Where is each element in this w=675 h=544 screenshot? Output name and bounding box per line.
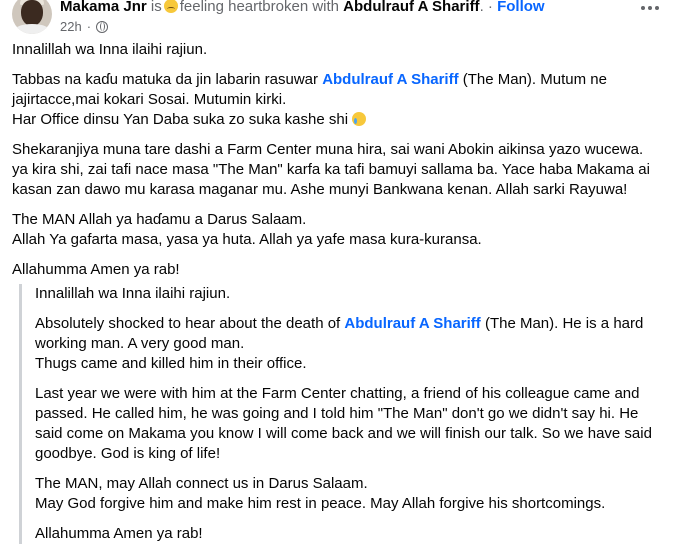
more-dot xyxy=(648,6,652,10)
hausa-paragraph-2: Tabbas na kaɗu matuka da jin labarin ras… xyxy=(12,70,662,130)
crying-face-emoji-icon xyxy=(352,112,367,126)
globe-icon xyxy=(96,20,109,33)
hausa-paragraph-5: Allahumma Amen ya rab! xyxy=(12,261,180,278)
english-paragraph-2: Absolutely shocked to hear about the dea… xyxy=(35,314,667,374)
avatar[interactable] xyxy=(12,0,52,34)
hausa-p2-before: Tabbas na kaɗu matuka da jin labarin ras… xyxy=(12,71,323,88)
follow-separator: · xyxy=(487,0,493,15)
mention-link[interactable]: Abdulrauf A Shariff xyxy=(344,315,480,332)
sad-face-emoji-icon xyxy=(163,0,178,13)
avatar-face xyxy=(21,0,43,26)
title-period: . xyxy=(479,0,484,15)
more-options-icon[interactable] xyxy=(641,6,659,10)
hausa-paragraph-1: Innalillah wa Inna ilaihi rajiun. xyxy=(12,41,208,58)
post-time[interactable]: 22h xyxy=(60,19,82,34)
english-p2-before: Absolutely shocked to hear about the dea… xyxy=(35,315,345,332)
more-dot xyxy=(655,6,659,10)
english-paragraph-5: Allahumma Amen ya rab! xyxy=(35,525,203,542)
translation-quote: Innalillah wa Inna ilaihi rajiun. Absolu… xyxy=(19,284,667,544)
hausa-paragraph-4: The MAN Allah ya haɗamu a Darus Salaam. … xyxy=(12,211,482,248)
author-name[interactable]: Makama Jnr xyxy=(60,0,147,15)
post-header: Makama Jnr is feeling heartbroken with Ab… xyxy=(0,0,675,38)
english-paragraph-4: The MAN, may Allah connect us in Darus S… xyxy=(35,475,606,512)
follow-button[interactable]: Follow xyxy=(497,0,545,15)
english-paragraph-3: Last year we were with him at the Farm C… xyxy=(35,385,652,462)
post-body-hausa: Innalillah wa Inna ilaihi rajiun. Tabbas… xyxy=(12,40,662,290)
more-dot xyxy=(641,6,645,10)
post-title-line: Makama Jnr is feeling heartbroken with Ab… xyxy=(60,0,545,17)
meta-separator: · xyxy=(86,19,92,34)
avatar-robe xyxy=(14,24,50,34)
tagged-person[interactable]: Abdulrauf A Shariff xyxy=(343,0,479,15)
mention-link[interactable]: Abdulrauf A Shariff xyxy=(322,71,458,88)
feeling-text: feeling heartbroken with xyxy=(179,0,339,15)
is-text: is xyxy=(150,0,162,15)
post-meta: 22h · xyxy=(60,19,109,34)
hausa-paragraph-3: Shekaranjiya muna tare dashi a Farm Cent… xyxy=(12,141,650,198)
english-paragraph-1: Innalillah wa Inna ilaihi rajiun. xyxy=(35,285,231,302)
